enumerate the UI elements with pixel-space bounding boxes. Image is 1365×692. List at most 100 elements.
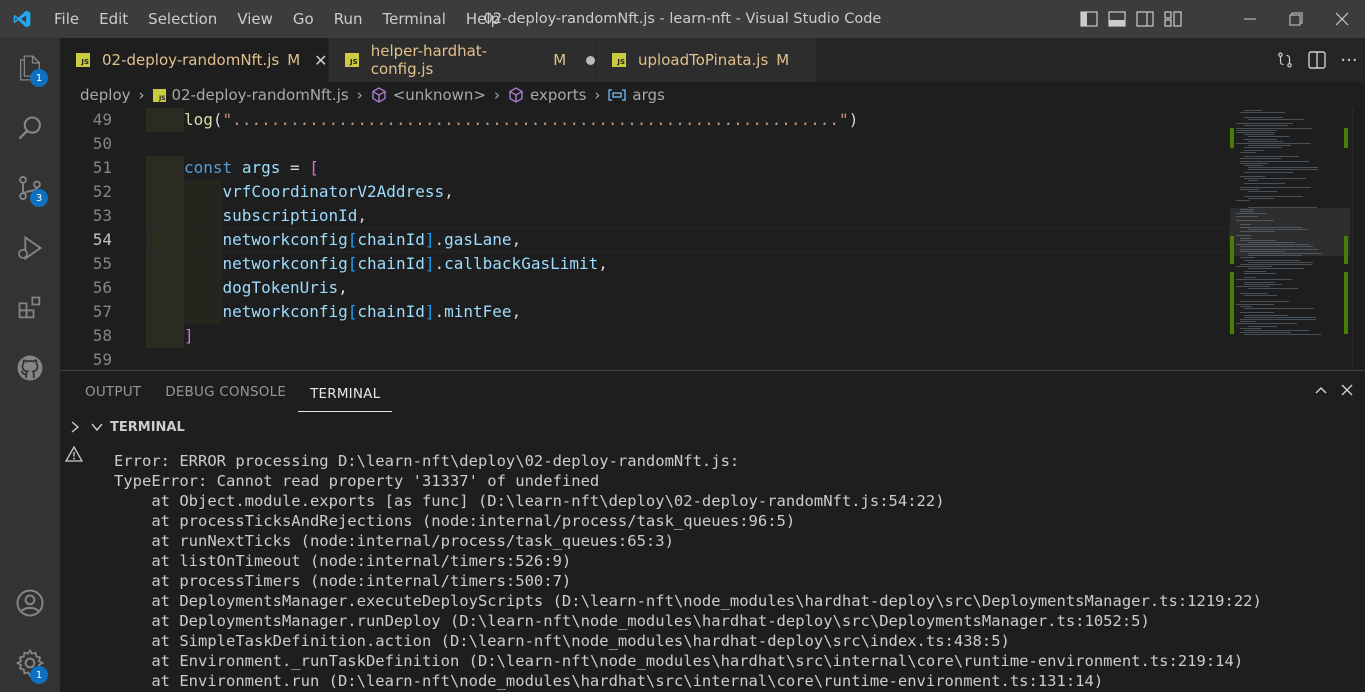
code-text: subscriptionId,	[222, 206, 368, 225]
menu-go[interactable]: Go	[283, 0, 324, 38]
tab-helper-hardhat-config[interactable]: JS helper-hardhat-config.js M	[329, 38, 596, 82]
more-actions-icon[interactable]: ···	[1333, 38, 1365, 82]
terminal-output[interactable]: Error: ERROR processing D:\learn-nft\dep…	[114, 451, 1262, 691]
js-file-icon: JS	[345, 53, 359, 67]
code-text: networkconfig[chainId].mintFee,	[222, 302, 522, 321]
manage-gear-icon[interactable]: 1	[0, 633, 60, 692]
minimap-line	[1248, 167, 1319, 169]
indent-guide	[146, 324, 184, 348]
breadcrumb-symbol-args[interactable]: args	[608, 86, 665, 104]
indent-guide	[146, 156, 184, 180]
minimap-line	[1244, 147, 1283, 149]
minimap-line	[1240, 224, 1251, 226]
minimap[interactable]	[1230, 108, 1350, 370]
customize-layout-icon[interactable]	[1159, 0, 1187, 38]
minimap-line	[1240, 211, 1255, 213]
code-editor[interactable]: 49 log(".................................…	[60, 108, 1365, 370]
minimap-line	[1244, 125, 1289, 127]
minimap-line	[1244, 314, 1289, 316]
terminal-line: at Environment._runTaskDefinition (D:\le…	[114, 652, 1244, 670]
accounts-icon[interactable]	[0, 573, 60, 633]
code-line[interactable]: 51 const args = [	[60, 156, 1230, 180]
code-line[interactable]: 59	[60, 348, 1230, 370]
minimap-line	[1244, 281, 1276, 283]
code-line[interactable]: 54 networkconfig[chainId].gasLane,	[60, 228, 1230, 252]
code-line[interactable]: 58]	[60, 324, 1230, 348]
minimap-line	[1244, 294, 1278, 296]
toggle-secondary-sidebar-icon[interactable]	[1131, 0, 1159, 38]
breadcrumb-folder[interactable]: deploy	[80, 86, 131, 104]
menu-help[interactable]: Help	[456, 0, 510, 38]
minimize-window-icon[interactable]	[1227, 0, 1273, 38]
vscode-logo-icon[interactable]	[0, 0, 44, 38]
split-editor-icon[interactable]	[1301, 38, 1333, 82]
tab-02-deploy-randomnft[interactable]: JS 02-deploy-randomNft.js M ✕	[60, 38, 328, 82]
menu-edit[interactable]: Edit	[89, 0, 138, 38]
close-window-icon[interactable]	[1319, 0, 1365, 38]
minimap-line	[1244, 272, 1277, 274]
code-line[interactable]: 53 subscriptionId,	[60, 204, 1230, 228]
terminal-section-header[interactable]: TERMINAL	[90, 415, 185, 439]
menu-selection[interactable]: Selection	[138, 0, 227, 38]
tab-output[interactable]: OUTPUT	[73, 371, 153, 413]
unsaved-dot-icon[interactable]	[586, 55, 596, 65]
tab-uploadtopinata[interactable]: JS uploadToPinata.js M	[596, 38, 816, 82]
github-icon[interactable]	[0, 338, 60, 398]
indent-guide	[146, 180, 184, 204]
terminal-line: TypeError: Cannot read property '31337' …	[114, 472, 600, 490]
code-line[interactable]: 55 networkconfig[chainId].callbackGasLim…	[60, 252, 1230, 276]
search-icon[interactable]	[0, 98, 60, 158]
menu-file[interactable]: File	[44, 0, 89, 38]
chevron-right-icon[interactable]	[68, 419, 82, 438]
code-line[interactable]: 50	[60, 132, 1230, 156]
minimap-line	[1240, 301, 1289, 303]
js-file-icon: JS	[612, 53, 626, 67]
breadcrumb-file-label: 02-deploy-randomNft.js	[171, 86, 349, 104]
restore-window-icon[interactable]	[1273, 0, 1319, 38]
minimap-line	[1248, 242, 1295, 243]
menu-run[interactable]: Run	[324, 0, 373, 38]
minimap-line	[1244, 277, 1257, 279]
source-control-icon[interactable]: 3	[0, 158, 60, 218]
close-panel-icon[interactable]	[1339, 382, 1355, 402]
editor-scrollbar[interactable]	[1352, 108, 1365, 370]
breadcrumb-symbol-exports[interactable]: exports	[508, 86, 586, 104]
code-line[interactable]: 57 networkconfig[chainId].mintFee,	[60, 300, 1230, 324]
minimap-line	[1240, 312, 1275, 314]
toggle-primary-sidebar-icon[interactable]	[1075, 0, 1103, 38]
run-debug-icon[interactable]	[0, 218, 60, 278]
explorer-icon[interactable]: 1	[0, 38, 60, 98]
open-changes-icon[interactable]	[1269, 38, 1301, 82]
minimap-line	[1240, 246, 1314, 248]
minimap-line	[1240, 257, 1256, 259]
code-line[interactable]: 49 log(".................................…	[60, 108, 1230, 132]
close-tab-icon[interactable]: ✕	[314, 51, 327, 70]
minimap-line	[1236, 213, 1267, 215]
minimap-line	[1236, 215, 1258, 217]
maximize-panel-icon[interactable]	[1313, 382, 1329, 402]
terminal-line: at DeploymentsManager.runDeploy (D:\lear…	[114, 612, 1150, 630]
minimap-line	[1244, 149, 1264, 151]
tab-debug-console[interactable]: DEBUG CONSOLE	[153, 371, 298, 413]
minimap-line	[1248, 255, 1303, 257]
tab-terminal[interactable]: TERMINAL	[298, 377, 393, 412]
minimap-line	[1240, 226, 1302, 228]
code-line[interactable]: 52 vrfCoordinatorV2Address,	[60, 180, 1230, 204]
minimap-line	[1240, 209, 1254, 210]
breadcrumb-file[interactable]: JS 02-deploy-randomNft.js	[152, 86, 349, 104]
menu-view[interactable]: View	[227, 0, 283, 38]
breadcrumb: deploy › JS 02-deploy-randomNft.js › <un…	[60, 82, 1365, 108]
minimap-line	[1240, 250, 1285, 252]
menu-terminal[interactable]: Terminal	[373, 0, 456, 38]
code-text: networkconfig[chainId].gasLane,	[222, 230, 522, 249]
breadcrumb-symbol-unknown[interactable]: <unknown>	[371, 86, 486, 104]
warning-icon[interactable]	[64, 445, 84, 466]
line-number: 54	[92, 230, 112, 249]
code-line[interactable]: 56 dogTokenUris,	[60, 276, 1230, 300]
minimap-line	[1240, 327, 1262, 329]
minimap-line	[1244, 156, 1300, 158]
toggle-panel-icon[interactable]	[1103, 0, 1131, 38]
terminal-line: at Object.module.exports [as func] (D:\l…	[114, 492, 945, 510]
extensions-icon[interactable]	[0, 278, 60, 338]
minimap-line	[1244, 283, 1282, 285]
